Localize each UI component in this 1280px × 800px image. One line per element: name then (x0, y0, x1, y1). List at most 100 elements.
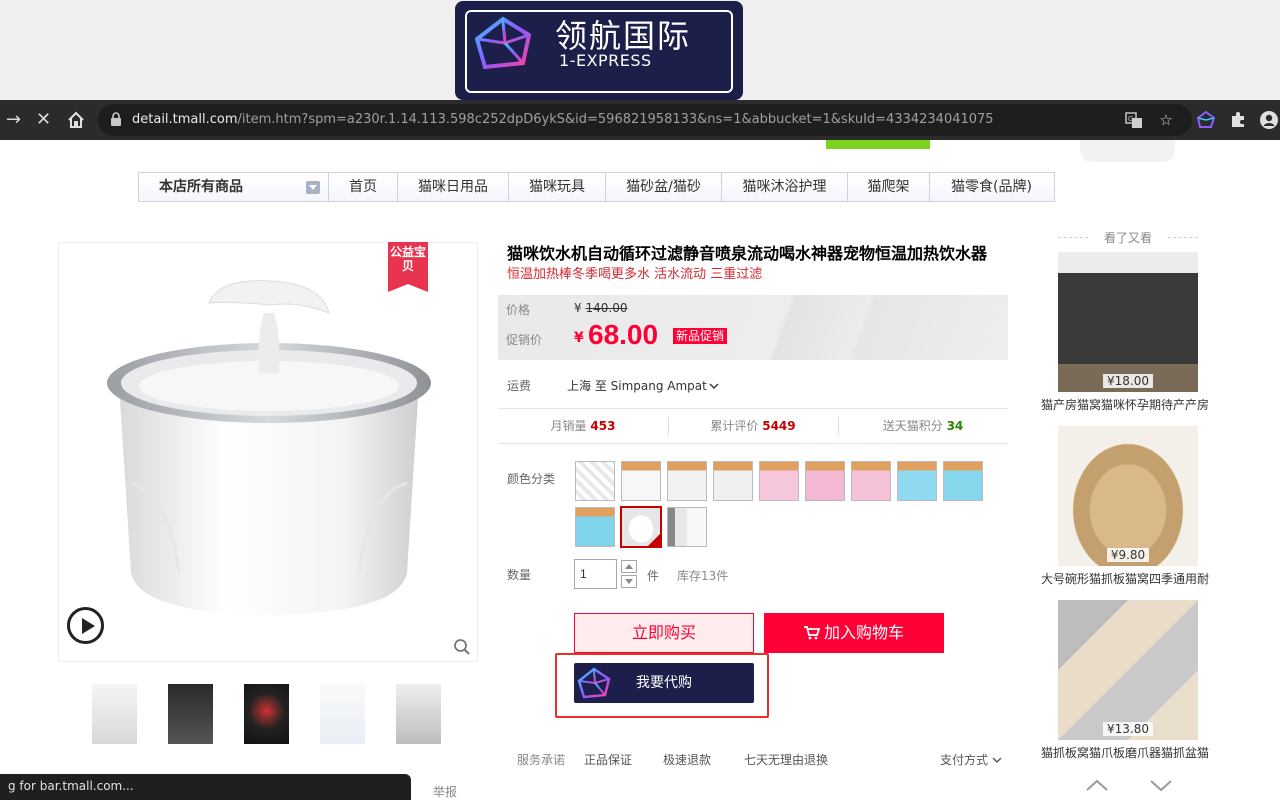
puzzle-icon[interactable] (1228, 110, 1248, 130)
quantity-decrease-button[interactable] (621, 575, 637, 588)
sku-option-1[interactable] (575, 461, 615, 501)
thumbnail-strip (92, 684, 441, 744)
star-icon[interactable]: ☆ (1156, 110, 1176, 130)
nav-cat-litter[interactable]: 猫砂盆/猫砂 (606, 173, 722, 201)
1express-brand-badge: 领航国际 1-EXPRESS (455, 1, 743, 100)
recommend-price-2: ¥9.80 (1058, 548, 1198, 562)
recommend-image-2[interactable] (1058, 426, 1198, 566)
nav-cat-snacks[interactable]: 猫零食(品牌) (930, 173, 1053, 201)
profile-icon[interactable] (1259, 110, 1279, 130)
play-video-icon[interactable] (67, 607, 104, 644)
sku-option-12[interactable] (667, 507, 707, 547)
stock-count: 库存13件 (677, 569, 729, 583)
quantity-increase-button[interactable] (621, 560, 637, 573)
browser-status-bar: g for bar.tmall.com... (0, 774, 411, 800)
recommend-image-1[interactable] (1058, 252, 1198, 392)
promo-tag: 新品促销 (673, 328, 728, 344)
forward-icon[interactable]: → (6, 110, 21, 130)
payment-methods-dropdown[interactable]: 支付方式 (940, 751, 1002, 768)
nav-cat-toys[interactable]: 猫咪玩具 (509, 173, 606, 201)
thumbnail-4[interactable] (320, 684, 365, 744)
thumbnail-1[interactable] (92, 684, 137, 744)
see-also-title: 看了又看 (1058, 229, 1198, 246)
sku-option-7[interactable] (851, 461, 891, 501)
add-to-cart-button[interactable]: 加入购物车 (764, 613, 944, 653)
product-title: 猫咪饮水机自动循环过滤静音喷泉流动喝水神器宠物恒温加热饮水器 (507, 244, 988, 263)
sku-option-11-selected[interactable] (620, 506, 662, 548)
translate-icon[interactable]: G (1124, 110, 1144, 130)
color-option-label: 颜色分类 (507, 472, 556, 486)
sku-option-10[interactable] (575, 507, 615, 547)
thumbnail-5[interactable] (396, 684, 441, 744)
service-promise-label: 服务承诺 (517, 753, 566, 767)
header-banner-fragment-green (826, 140, 930, 149)
chevron-down-icon (306, 181, 320, 194)
brand-name-en: 1-EXPRESS (559, 51, 652, 70)
stat-reviews[interactable]: 累计评价 5449 (668, 409, 838, 443)
product-subtitle: 恒温加热棒冬季喝更多水 活水流动 三重过滤 (507, 267, 763, 282)
extension-1express-icon[interactable] (1196, 110, 1216, 130)
sales-stats: 月销量 453 累计评价 5449 送天猫积分 34 (498, 408, 1008, 444)
sku-option-3[interactable] (667, 461, 707, 501)
stop-loading-icon[interactable]: ✕ (36, 110, 51, 130)
address-bar[interactable]: detail.tmall.com/item.htm?spm=a230r.1.14… (98, 104, 1192, 136)
nav-home[interactable]: 首页 (329, 173, 398, 201)
1express-logo-icon (474, 16, 532, 70)
sku-option-2[interactable] (621, 461, 661, 501)
price-label: 价格 (506, 303, 531, 317)
charity-badge: 公益宝贝 (388, 242, 428, 292)
svg-text:G: G (1128, 116, 1133, 123)
lock-icon (111, 112, 121, 126)
price-panel: 价格 ¥ 140.00 促销价 ¥ 68.00 新品促销 (498, 295, 1008, 360)
1express-logo-icon (577, 667, 611, 699)
thumbnail-3[interactable] (244, 684, 289, 744)
sku-option-8[interactable] (897, 461, 937, 501)
chevron-down-icon (709, 383, 719, 389)
original-price: ¥ 140.00 (574, 301, 628, 315)
cart-icon (803, 626, 820, 640)
sku-option-5[interactable] (759, 461, 799, 501)
chevron-down-icon[interactable] (1149, 778, 1173, 792)
thumbnail-2[interactable] (168, 684, 213, 744)
buy-now-button[interactable]: 立即购买 (574, 613, 754, 653)
stat-monthly-sales: 月销量 453 (550, 419, 616, 433)
shipping-destination[interactable]: 上海 至 Simpang Ampat (567, 377, 719, 394)
service-authentic[interactable]: 正品保证 (584, 751, 632, 768)
zoom-icon[interactable] (453, 638, 471, 656)
sku-option-6[interactable] (805, 461, 845, 501)
water-fountain-image (107, 280, 431, 615)
recommend-price-1: ¥18.00 (1058, 374, 1198, 388)
quantity-unit: 件 (647, 569, 660, 583)
service-fast-refund[interactable]: 极速退款 (663, 751, 711, 768)
address-url: detail.tmall.com/item.htm?spm=a230r.1.14… (132, 112, 994, 127)
recommend-name-2[interactable]: 大号碗形猫抓板猫窝四季通用耐磨 (1041, 570, 1209, 587)
recommend-price-3: ¥13.80 (1058, 722, 1198, 736)
main-product-image[interactable] (58, 242, 478, 662)
service-7day-return[interactable]: 七天无理由退换 (744, 751, 828, 768)
chevron-up-icon[interactable] (1085, 778, 1109, 792)
nav-cat-daily[interactable]: 猫咪日用品 (398, 173, 509, 201)
proxy-buy-button[interactable]: 我要代购 (574, 663, 754, 703)
promo-price: 68.00 (588, 319, 659, 350)
nav-cat-bath[interactable]: 猫咪沐浴护理 (722, 173, 848, 201)
promo-currency: ¥ (574, 330, 584, 346)
sku-option-9[interactable] (943, 461, 983, 501)
shipping-label: 运费 (507, 379, 532, 393)
report-link[interactable]: 举报 (433, 783, 457, 800)
quantity-label: 数量 (507, 568, 532, 582)
store-category-label: 本店所有商品 (159, 179, 243, 195)
home-icon[interactable] (66, 110, 86, 130)
selected-check-icon (648, 534, 660, 546)
header-banner-fragment-white (1080, 140, 1175, 162)
nav-cat-tree[interactable]: 猫爬架 (848, 173, 930, 201)
sku-option-4[interactable] (713, 461, 753, 501)
chevron-down-icon (992, 757, 1002, 763)
store-navigation: 本店所有商品 首页 猫咪日用品 猫咪玩具 猫砂盆/猫砂 猫咪沐浴护理 猫爬架 猫… (138, 172, 1055, 202)
stat-points: 送天猫积分 34 (838, 409, 1008, 443)
quantity-input[interactable]: 1 (574, 559, 617, 589)
store-category-dropdown[interactable]: 本店所有商品 (139, 173, 329, 201)
recommend-name-1[interactable]: 猫产房猫窝猫咪怀孕期待产产房 (1041, 396, 1209, 413)
recommend-name-3[interactable]: 猫抓板窝猫爪板磨爪器猫抓盆猫窝 (1041, 744, 1209, 761)
recommend-image-3[interactable] (1058, 600, 1198, 740)
promo-price-label: 促销价 (506, 333, 543, 347)
